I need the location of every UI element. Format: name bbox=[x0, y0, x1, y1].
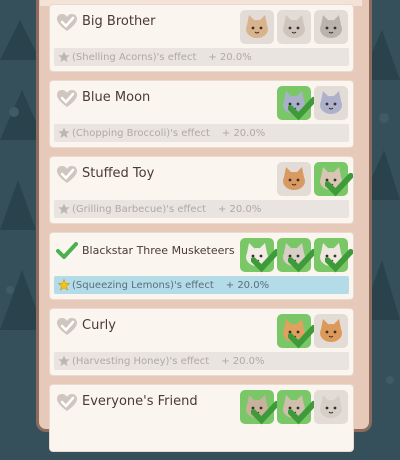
owned-check-icon bbox=[324, 170, 354, 202]
check-icon bbox=[56, 241, 78, 265]
effect-bar: (Squeezing Lemons)'s effect + 20.0% bbox=[54, 276, 349, 294]
heart-check-icon bbox=[56, 165, 78, 189]
cat-slots bbox=[240, 238, 354, 273]
cat-slots bbox=[240, 390, 348, 425]
effect-value: + 20.0% bbox=[221, 127, 266, 139]
effect-target: (Squeezing Lemons) bbox=[72, 279, 174, 291]
heart-check-icon bbox=[56, 393, 78, 417]
owned-check-icon bbox=[287, 398, 317, 430]
star-icon bbox=[57, 278, 71, 294]
bonus-card[interactable]: Everyone's Friend bbox=[49, 384, 354, 452]
bonus-title: Blackstar Three Musketeers bbox=[82, 244, 235, 257]
cat-slot[interactable] bbox=[240, 10, 274, 44]
bonus-card[interactable]: Blue Moon (Chopping Broccoli)'s effect + 2… bbox=[49, 80, 354, 148]
owned-check-icon bbox=[250, 246, 280, 278]
cat-face-icon bbox=[320, 319, 342, 342]
effect-suffix: 's effect bbox=[169, 355, 210, 367]
cat-slot[interactable] bbox=[314, 238, 354, 273]
cat-slots bbox=[240, 10, 348, 44]
effect-target: (Grilling Barbecue) bbox=[72, 203, 167, 215]
cat-face-icon bbox=[320, 395, 342, 418]
bonus-title: Blue Moon bbox=[82, 90, 151, 105]
cat-slot[interactable] bbox=[240, 390, 280, 425]
bonus-card[interactable]: Curly (Harvesting Honey)'s effect + 20.0% bbox=[49, 308, 354, 376]
effect-target: (Chopping Broccoli) bbox=[72, 127, 171, 139]
effect-value: + 20.0% bbox=[208, 51, 252, 63]
cat-slot[interactable] bbox=[277, 390, 317, 425]
effect-value: + 20.0% bbox=[218, 203, 262, 215]
star-icon bbox=[58, 127, 70, 142]
effect-suffix: 's effect bbox=[174, 279, 214, 291]
effect-value: + 20.0% bbox=[221, 355, 265, 367]
cat-slot[interactable] bbox=[240, 238, 280, 273]
bonus-title: Stuffed Toy bbox=[82, 166, 155, 181]
heart-check-icon bbox=[56, 89, 78, 113]
cat-face-icon bbox=[320, 91, 342, 114]
cat-slot[interactable] bbox=[314, 390, 348, 424]
effect-suffix: 's effect bbox=[156, 51, 197, 63]
bonus-title: Everyone's Friend bbox=[82, 394, 198, 409]
owned-check-icon bbox=[287, 94, 317, 126]
bonus-title: Curly bbox=[82, 318, 116, 333]
effect-bar: (Shelling Acorns)'s effect + 20.0% bbox=[54, 48, 349, 66]
cat-slot[interactable] bbox=[314, 10, 348, 44]
heart-check-icon bbox=[56, 13, 78, 37]
bonus-title: Big Brother bbox=[82, 14, 156, 29]
effect-suffix: 's effect bbox=[170, 127, 210, 139]
star-icon bbox=[58, 51, 70, 66]
bonus-card[interactable]: Stuffed Toy (Grilling Barbecue)'s effect +… bbox=[49, 156, 354, 224]
cat-slots bbox=[277, 162, 354, 197]
star-icon bbox=[58, 355, 70, 370]
effect-suffix: 's effect bbox=[166, 203, 206, 215]
effect-target: (Shelling Acorns) bbox=[72, 51, 157, 63]
owned-check-icon bbox=[287, 246, 317, 278]
effect-value: + 20.0% bbox=[225, 279, 270, 291]
cat-slots bbox=[277, 314, 348, 349]
effect-bar: (Grilling Barbecue)'s effect + 20.0% bbox=[54, 200, 349, 218]
owned-check-icon bbox=[287, 322, 317, 354]
effect-target: (Harvesting Honey) bbox=[72, 355, 170, 367]
cat-slot[interactable] bbox=[314, 86, 348, 120]
cat-slot[interactable] bbox=[277, 86, 317, 121]
star-icon bbox=[58, 203, 70, 218]
effect-bar: (Chopping Broccoli)'s effect + 20.0% bbox=[54, 124, 349, 142]
owned-check-icon bbox=[324, 246, 354, 278]
cat-slot[interactable] bbox=[314, 162, 354, 197]
cat-face-icon bbox=[283, 15, 305, 38]
bonus-card[interactable]: Blackstar Three Musketeers (Squeezing Lem… bbox=[49, 232, 354, 300]
effect-bar: (Harvesting Honey)'s effect + 20.0% bbox=[54, 352, 349, 370]
cat-slots bbox=[277, 86, 348, 121]
cat-face-icon bbox=[246, 15, 268, 38]
cat-slot[interactable] bbox=[277, 314, 317, 349]
cat-face-icon bbox=[283, 167, 305, 190]
cat-slot[interactable] bbox=[277, 10, 311, 44]
bonus-card[interactable]: Big Brother (Shelling Acorns)'s effect + 2… bbox=[49, 4, 354, 72]
cat-slot[interactable] bbox=[277, 238, 317, 273]
cat-slot[interactable] bbox=[314, 314, 348, 348]
bonus-list[interactable]: Big Brother (Shelling Acorns)'s effect + 2… bbox=[49, 4, 354, 460]
cat-face-icon bbox=[320, 15, 342, 38]
owned-check-icon bbox=[250, 398, 280, 430]
heart-check-icon bbox=[56, 317, 78, 341]
cat-slot[interactable] bbox=[277, 162, 311, 196]
